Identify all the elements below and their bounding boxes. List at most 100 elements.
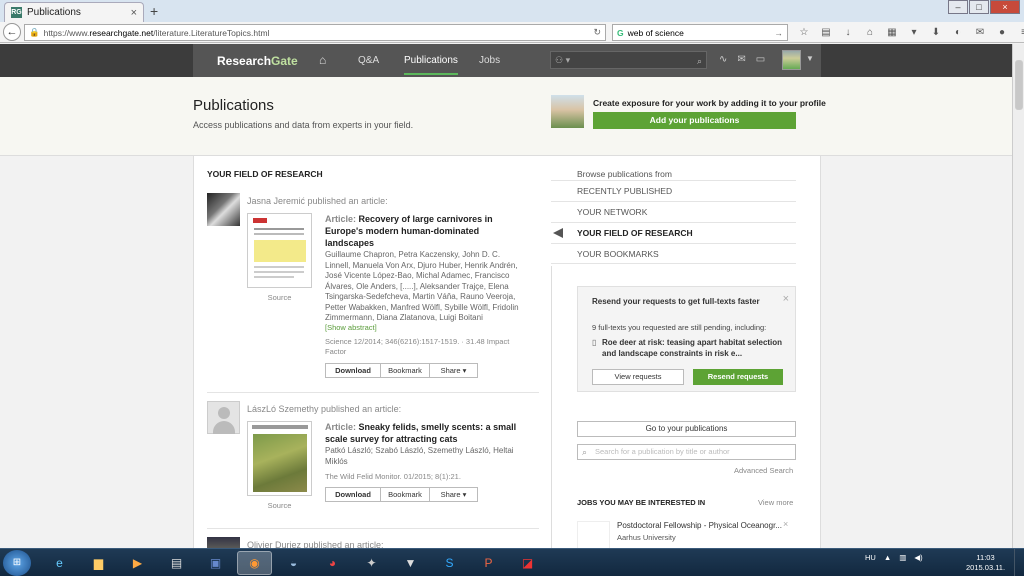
researchgate-logo[interactable]: ResearchGate <box>217 54 298 68</box>
back-arrow-icon[interactable]: ← <box>3 23 21 41</box>
reload-icon[interactable]: ↻ <box>593 27 601 38</box>
aarhus-university-logo <box>577 521 610 548</box>
published-by[interactable]: Olivier Duriez published an article: <box>247 540 384 548</box>
chevron-down-icon[interactable]: ▼ <box>806 54 814 63</box>
page-header: Publications Access publications and dat… <box>0 77 1012 156</box>
user-avatar[interactable] <box>782 50 801 70</box>
scrollbar-thumb[interactable] <box>1015 60 1023 110</box>
article-title[interactable]: Article: Sneaky felids, smelly scents: a… <box>325 421 525 445</box>
url-domain: researchgate.net <box>89 27 154 38</box>
browser-tab[interactable]: RG Publications × <box>4 2 144 22</box>
minimize-icon[interactable]: – <box>948 0 968 14</box>
internet-explorer-icon[interactable]: e <box>42 551 77 575</box>
thunderbird-icon[interactable]: ◒ <box>276 551 311 575</box>
home-icon[interactable]: ⌂ <box>319 53 326 67</box>
job-title[interactable]: Postdoctoral Fellowship - Physical Ocean… <box>617 521 782 530</box>
article-title[interactable]: Article: Recovery of large carnivores in… <box>325 213 525 249</box>
file-explorer-icon[interactable]: ▆ <box>81 551 116 575</box>
save-icon[interactable]: ▣ <box>198 551 233 575</box>
nav-qa[interactable]: Q&A <box>358 55 379 66</box>
add-publications-button[interactable]: Add your publications <box>593 112 796 129</box>
network-icon[interactable]: ▥ <box>899 553 906 562</box>
notification-icon[interactable]: ▭ <box>756 54 765 65</box>
browser-search-box[interactable]: G web of science → <box>612 24 788 41</box>
search-go-icon[interactable]: → <box>775 28 784 38</box>
menu-icon[interactable]: ≡ <box>1015 25 1024 40</box>
advanced-search-link[interactable]: Advanced Search <box>734 466 793 475</box>
volume-icon[interactable]: ◀) <box>914 553 922 562</box>
share-button[interactable]: Share ▾ <box>430 487 478 502</box>
system-clock[interactable]: 11:03 2015.03.11. <box>966 553 1005 573</box>
bookmark-button[interactable]: Bookmark <box>381 487 430 502</box>
researchgate-navbar: ResearchGate ⌂ Q&A Publications Jobs ⚇ ▾… <box>0 44 1012 77</box>
reading-list-icon[interactable]: ▤ <box>817 25 835 40</box>
browse-recently-published[interactable]: RECENTLY PUBLISHED <box>551 180 796 201</box>
address-bar[interactable]: 🔒 https://www. researchgate.net/literatur… <box>24 24 606 41</box>
start-button[interactable]: ⊞ <box>3 550 31 576</box>
search-icon[interactable]: ⌕ <box>697 53 702 69</box>
section-title: YOUR FIELD OF RESEARCH <box>207 169 323 179</box>
browse-your-bookmarks[interactable]: YOUR BOOKMARKS <box>551 243 796 264</box>
browse-your-field[interactable]: YOUR FIELD OF RESEARCH <box>551 222 796 243</box>
published-by[interactable]: Jasna Jeremić published an article: <box>247 196 388 206</box>
nav-jobs[interactable]: Jobs <box>479 55 500 66</box>
author-avatar[interactable] <box>207 537 240 548</box>
author-avatar[interactable] <box>207 193 240 226</box>
go-to-publications-button[interactable]: Go to your publications <box>577 421 796 437</box>
addon-grid-icon[interactable]: ▦ <box>883 25 901 40</box>
author-avatar[interactable] <box>207 401 240 434</box>
chat-icon[interactable]: ● <box>993 25 1011 40</box>
bookmark-star-icon[interactable]: ☆ <box>795 25 813 40</box>
save-page-icon[interactable]: ⬇ <box>927 25 945 40</box>
share-icon[interactable]: ✉ <box>971 25 989 40</box>
share-button[interactable]: Share ▾ <box>430 363 478 378</box>
browse-your-network[interactable]: YOUR NETWORK <box>551 201 796 222</box>
activity-icon[interactable]: ∿ <box>719 54 727 65</box>
close-window-icon[interactable]: × <box>990 0 1020 14</box>
tray-expand-icon[interactable]: ▲ <box>884 553 891 562</box>
publication-search-input[interactable]: ⌕ Search for a publication by title or au… <box>577 444 796 460</box>
chrome-icon[interactable]: ◕ <box>315 551 350 575</box>
powerpoint-icon[interactable]: P <box>471 551 506 575</box>
view-requests-button[interactable]: View requests <box>592 369 684 385</box>
nav-publications[interactable]: Publications <box>404 55 458 75</box>
skype-icon[interactable]: S <box>432 551 467 575</box>
download-button[interactable]: Download <box>325 363 381 378</box>
bookmark-button[interactable]: Bookmark <box>381 363 430 378</box>
fox-app-icon[interactable]: ▼ <box>393 551 428 575</box>
show-abstract-link[interactable]: [Show abstract] <box>325 323 377 332</box>
media-player-icon[interactable]: ▶ <box>120 551 155 575</box>
show-desktop-button[interactable] <box>1014 549 1024 576</box>
game-icon[interactable]: ✦ <box>354 551 389 575</box>
feed-item: Olivier Duriez published an article: <box>207 537 539 548</box>
published-by[interactable]: LászLó Szemethy published an article: <box>247 404 401 414</box>
extension-icon[interactable]: ◐ <box>949 25 967 40</box>
maximize-icon[interactable]: □ <box>969 0 989 14</box>
jobs-title: JOBS YOU MAY BE INTERESTED IN <box>577 498 706 507</box>
download-button[interactable]: Download <box>325 487 381 502</box>
site-search-input[interactable]: ⚇ ▾ ⌕ <box>550 51 707 69</box>
message-icon[interactable]: ✉ <box>737 54 745 65</box>
article-authors: Guillaume Chapron, Petra Kaczensky, John… <box>325 250 519 322</box>
close-icon[interactable]: × <box>783 519 788 529</box>
view-more-link[interactable]: View more <box>758 498 793 507</box>
windows-taskbar: ⊞ e ▆ ▶ ▤ ▣ ◉ ◒ ◕ ✦ ▼ S P ◪ HU ▲ ▥ ◀) 11… <box>0 548 1024 576</box>
close-icon[interactable]: × <box>783 293 789 305</box>
browse-label: Browse publications from <box>577 169 672 179</box>
paint-icon[interactable]: ◪ <box>510 551 545 575</box>
window-controls: – □ × <box>947 0 1020 14</box>
language-indicator[interactable]: HU <box>865 553 876 562</box>
nav-icons: ∿ ✉ ▭ <box>719 54 775 65</box>
close-tab-icon[interactable]: × <box>131 7 137 19</box>
resend-requests-button[interactable]: Resend requests <box>693 369 783 385</box>
article-thumbnail[interactable] <box>247 213 312 288</box>
download-icon[interactable]: ↓ <box>839 25 857 40</box>
notepad-icon[interactable]: ▤ <box>159 551 194 575</box>
pocket-icon[interactable]: ▾ <box>905 25 923 40</box>
home-icon[interactable]: ⌂ <box>861 25 879 40</box>
firefox-icon[interactable]: ◉ <box>237 551 272 575</box>
page-scrollbar[interactable] <box>1012 44 1024 548</box>
article-thumbnail[interactable] <box>247 421 312 496</box>
pending-document-link[interactable]: ▯ Roe deer at risk: teasing apart habitat… <box>592 337 792 359</box>
new-tab-button[interactable]: + <box>150 3 158 19</box>
